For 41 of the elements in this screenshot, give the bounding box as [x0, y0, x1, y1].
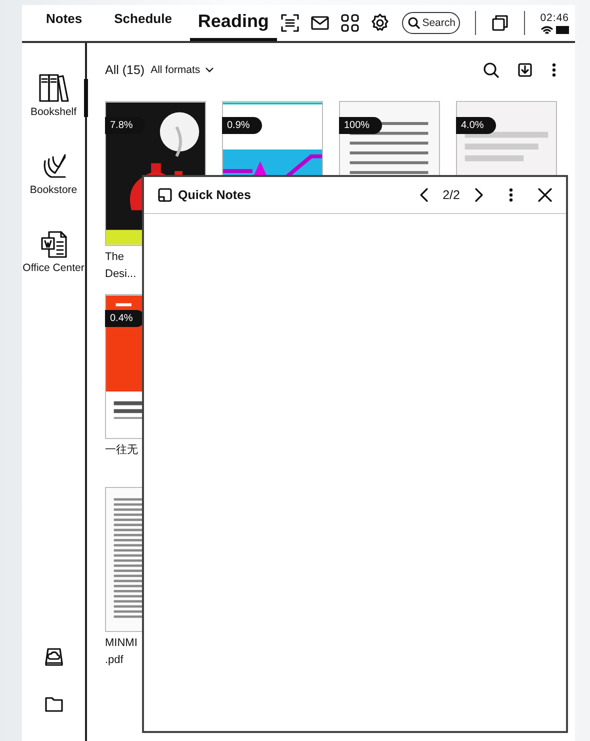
scan-icon[interactable] [280, 13, 300, 33]
caret-icon [205, 67, 214, 73]
settings-icon[interactable] [370, 13, 390, 33]
next-icon[interactable] [474, 187, 484, 203]
apps-icon[interactable] [340, 13, 360, 33]
book-title[interactable]: The Desi... [105, 249, 140, 283]
battery-icon [556, 26, 569, 34]
book-title[interactable]: 一往无 [105, 442, 140, 459]
folder-icon[interactable] [44, 695, 64, 713]
sidebar-item[interactable]: Bookshelf [22, 73, 85, 118]
more-icon[interactable] [551, 62, 557, 78]
format-dropdown[interactable]: All formats [150, 64, 214, 76]
clock: 02:46 [540, 12, 569, 24]
search-icon [408, 17, 420, 29]
mail-icon[interactable] [310, 13, 330, 33]
panel-title: Quick Notes [178, 188, 251, 202]
tab[interactable]: Reading [190, 5, 277, 41]
more-icon[interactable] [508, 187, 514, 203]
wifi-icon [540, 24, 553, 34]
book-count: All (15) [105, 63, 145, 77]
windows-icon[interactable] [491, 14, 510, 32]
previous-icon[interactable] [418, 187, 429, 203]
office-document-icon[interactable] [38, 229, 68, 259]
sidebar-item[interactable]: Bookstore [22, 151, 85, 196]
note-icon [158, 188, 172, 202]
progress-badge: 4.0% [456, 117, 496, 134]
bookshelf-icon[interactable] [38, 73, 70, 103]
close-icon[interactable] [538, 188, 552, 202]
download-icon[interactable] [517, 62, 533, 78]
search-icon[interactable] [483, 62, 499, 78]
progress-badge: 0.4% [105, 310, 145, 327]
book-title[interactable]: MINMI .pdf [105, 635, 140, 669]
page-indicator: 2/2 [442, 188, 460, 202]
progress-badge: 7.8% [105, 117, 145, 134]
cloud-drive-icon[interactable] [44, 647, 64, 667]
tab[interactable]: Schedule [114, 5, 172, 41]
progress-badge: 100% [339, 117, 382, 134]
sidebar-item[interactable]: Office Center [22, 229, 85, 274]
tab[interactable]: Notes [46, 5, 82, 41]
search-field[interactable]: Search [402, 12, 460, 34]
progress-badge: 0.9% [222, 117, 262, 134]
